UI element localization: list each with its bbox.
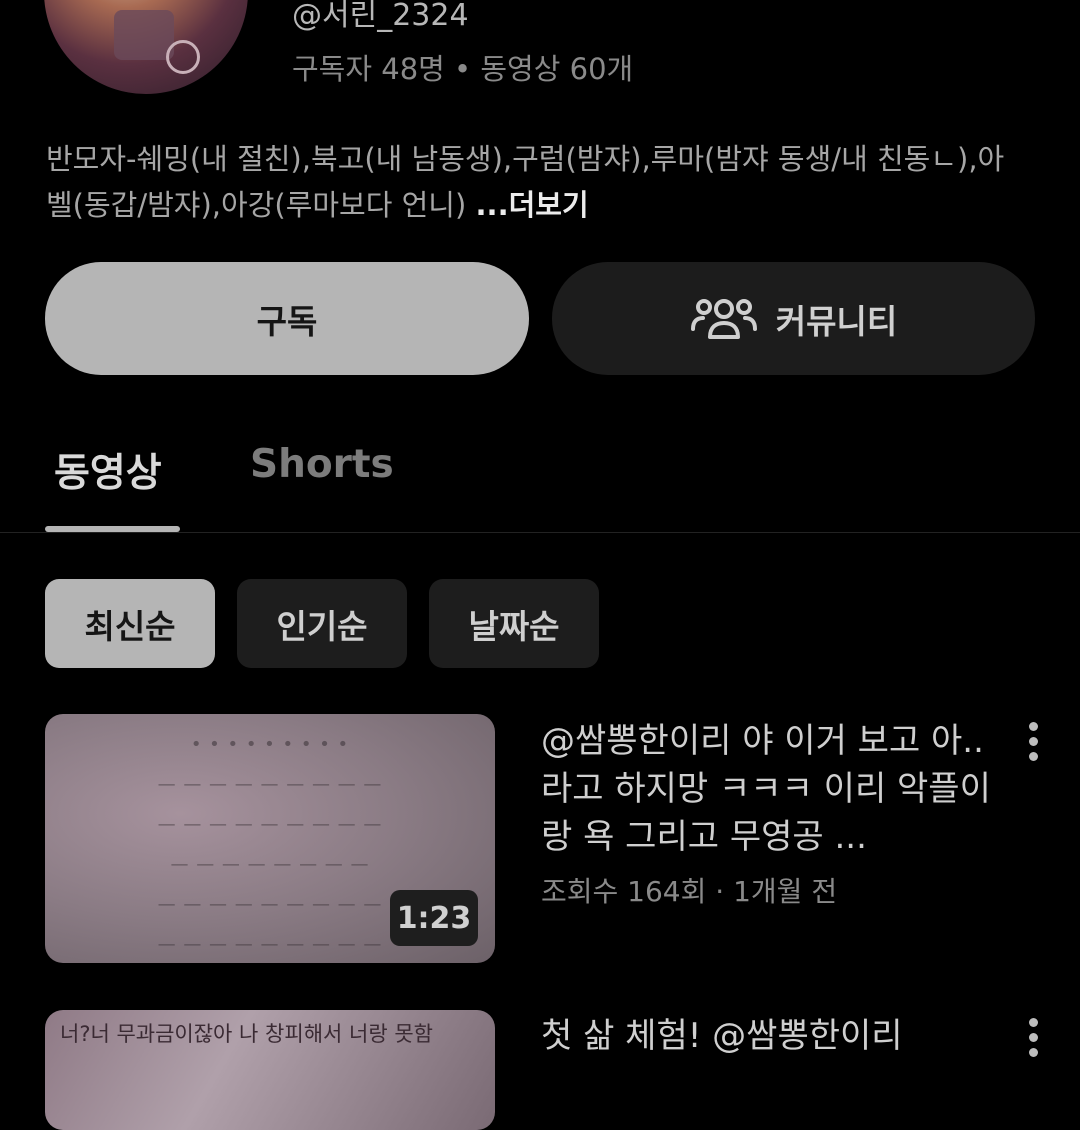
channel-avatar[interactable] [44,0,248,94]
subscribe-button[interactable]: 구독 [45,262,529,375]
sort-chip-latest[interactable]: 최신순 [45,579,215,668]
tab-shorts[interactable]: Shorts [250,442,394,487]
vertical-dots-icon [1028,722,1038,731]
community-label: 커뮤니티 [775,301,898,341]
chip-label: 최신순 [84,606,176,646]
video-title[interactable]: 첫 삶 체험! @쌈뽕한이리 [541,1012,1011,1060]
description-more-link[interactable]: ...더보기 [476,188,589,222]
video-more-options-button[interactable] [1027,1018,1039,1057]
thumbnail-overlay-text: 너?너 무과금이잖아 나 창피해서 너랑 못함 [60,1022,433,1046]
video-duration-badge: 1:23 [390,890,478,946]
video-meta: 조회수 164회 · 1개월 전 [541,875,838,908]
sort-chip-popular[interactable]: 인기순 [237,579,407,668]
tabs-divider [0,532,1080,533]
channel-description[interactable]: 반모자-쉐밍(내 절친),북고(내 남동생),구럼(밤쟈),루마(밤쟈 동생/내… [46,136,1006,228]
duration-text: 1:23 [396,900,472,936]
community-button[interactable]: 커뮤니티 [552,262,1035,375]
people-group-icon [690,298,757,339]
chip-label: 날짜순 [468,606,560,646]
channel-stats: 구독자 48명 • 동영상 60개 [292,52,634,86]
video-title[interactable]: @쌈뽕한이리 야 이거 보고 아.. 라고 하지망 ㅋㅋㅋ 이리 악플이랑 욕 … [541,717,1011,861]
sort-chip-date[interactable]: 날짜순 [429,579,599,668]
video-more-options-button[interactable] [1027,722,1039,761]
tab-videos[interactable]: 동영상 [54,442,162,498]
chip-label: 인기순 [276,606,368,646]
channel-handle: @서린_2324 [292,0,469,33]
vertical-dots-icon [1028,1018,1038,1027]
subscribe-label: 구독 [256,301,318,341]
